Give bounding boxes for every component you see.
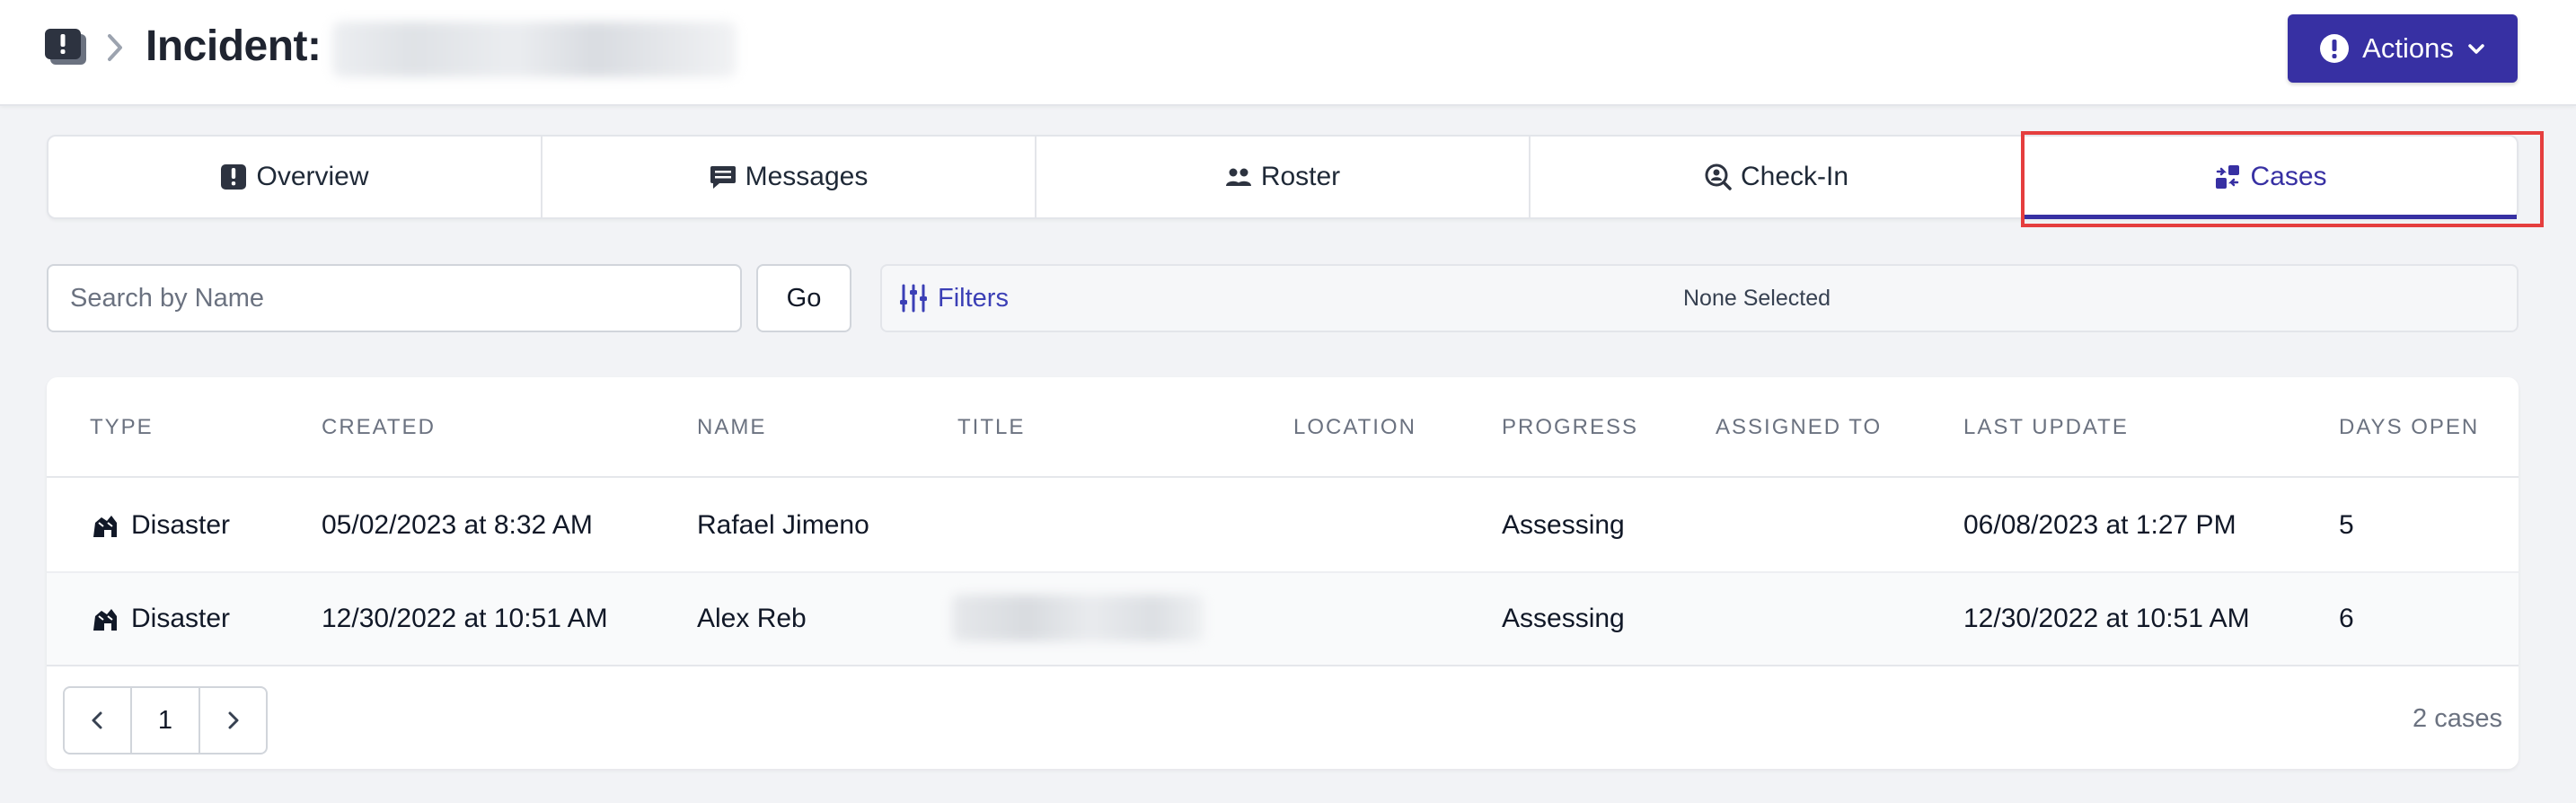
- page-title: Incident:: [146, 22, 322, 70]
- cell-type: Disaster: [90, 510, 230, 541]
- cell-days-open: 5: [2339, 510, 2354, 540]
- tab-messages[interactable]: Messages: [543, 137, 1037, 217]
- cell-created: 12/30/2022 at 10:51 AM: [322, 604, 608, 633]
- pagination: 1: [63, 686, 268, 754]
- tab-label: Messages: [745, 162, 869, 191]
- disaster-icon: [93, 609, 117, 631]
- tab-label: Check-In: [1740, 162, 1849, 191]
- cell-type-label: Disaster: [131, 604, 231, 633]
- table-header: TYPE CREATED NAME TITLE LOCATION PROGRES…: [47, 377, 2519, 478]
- redacted-title: [952, 595, 1204, 641]
- column-header-progress: PROGRESS: [1502, 415, 1639, 439]
- cases-count: 2 cases: [2413, 704, 2502, 733]
- chevron-left-icon: [92, 711, 102, 729]
- alert-square-icon: [221, 164, 247, 190]
- cases-table: TYPE CREATED NAME TITLE LOCATION PROGRES…: [47, 377, 2519, 769]
- tab-cases[interactable]: Cases: [2025, 137, 2517, 219]
- cell-last-update: 12/30/2022 at 10:51 AM: [1963, 604, 2250, 633]
- cases-icon: [2216, 165, 2240, 189]
- cell-last-update: 06/08/2023 at 1:27 PM: [1963, 510, 2236, 540]
- next-page-button[interactable]: [200, 688, 266, 753]
- column-header-name: NAME: [697, 415, 767, 439]
- filters-button[interactable]: Filters: [898, 266, 1009, 331]
- cell-created: 05/02/2023 at 8:32 AM: [322, 510, 593, 540]
- go-button[interactable]: Go: [756, 264, 851, 332]
- sliders-icon: [900, 284, 927, 313]
- filters-selection-text: None Selected: [1683, 286, 1831, 311]
- column-header-created: CREATED: [322, 415, 436, 439]
- top-bar: Incident: Actions: [0, 0, 2576, 106]
- tab-overview[interactable]: Overview: [49, 137, 543, 217]
- column-header-assigned-to: ASSIGNED TO: [1716, 415, 1883, 439]
- alert-circle-icon: [2320, 34, 2350, 63]
- disaster-icon: [93, 516, 117, 537]
- actions-button[interactable]: Actions: [2288, 14, 2518, 83]
- column-header-type: TYPE: [90, 415, 154, 439]
- chevron-down-icon: [2468, 44, 2484, 54]
- filters-bar: Filters None Selected: [880, 264, 2519, 332]
- filters-label: Filters: [938, 283, 1009, 313]
- tab-label: Roster: [1260, 162, 1341, 191]
- column-header-last-update: LAST UPDATE: [1963, 415, 2129, 439]
- message-icon: [710, 166, 736, 189]
- cell-progress: Assessing: [1502, 510, 1625, 540]
- cell-name: Rafael Jimeno: [697, 510, 869, 540]
- redacted-incident-name: [332, 22, 737, 77]
- cell-name: Alex Reb: [697, 604, 807, 633]
- chevron-right-icon: [228, 711, 239, 729]
- people-icon: [1225, 168, 1251, 186]
- cell-type: Disaster: [90, 604, 230, 634]
- breadcrumb-chevron-icon: [108, 34, 122, 61]
- user-search-icon: [1705, 163, 1732, 190]
- table-row[interactable]: Disaster 12/30/2022 at 10:51 AM Alex Reb…: [47, 573, 2519, 666]
- tab-check-in[interactable]: Check-In: [1531, 137, 2025, 217]
- tab-label: Cases: [2250, 162, 2327, 191]
- search-input[interactable]: [47, 264, 742, 332]
- cell-days-open: 6: [2339, 604, 2354, 633]
- table-row[interactable]: Disaster 05/02/2023 at 8:32 AM Rafael Ji…: [47, 480, 2519, 573]
- cell-type-label: Disaster: [131, 510, 231, 540]
- column-header-title: TITLE: [957, 415, 1026, 439]
- page-number-button[interactable]: 1: [132, 688, 200, 753]
- tab-roster[interactable]: Roster: [1037, 137, 1531, 217]
- cell-progress: Assessing: [1502, 604, 1625, 633]
- tab-bar: Overview Messages Roster Check-In Cases: [47, 135, 2519, 219]
- actions-label: Actions: [2362, 32, 2454, 64]
- column-header-days-open: DAYS OPEN: [2339, 415, 2480, 439]
- tab-label: Overview: [256, 162, 369, 191]
- column-header-location: LOCATION: [1293, 415, 1416, 439]
- previous-page-button[interactable]: [65, 688, 133, 753]
- incident-icon: [45, 29, 86, 65]
